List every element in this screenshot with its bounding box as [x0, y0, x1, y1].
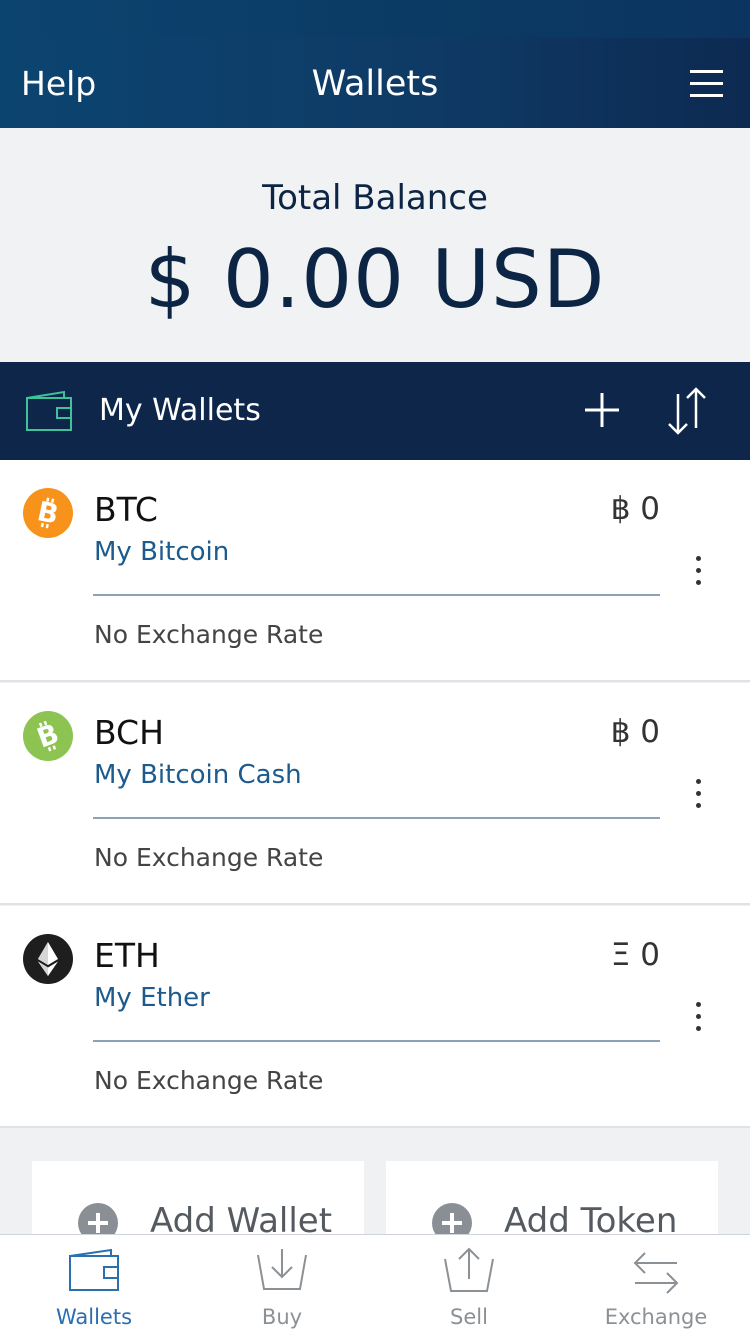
more-options-icon[interactable]	[688, 777, 708, 811]
exchange-rate-text: No Exchange Rate	[94, 843, 324, 872]
my-wallets-label: My Wallets	[99, 393, 261, 428]
wallet-balance: ฿ 0	[610, 491, 660, 527]
wallet-currency-code: BTC	[94, 490, 158, 529]
divider	[93, 1040, 660, 1042]
wallet-currency-code: ETH	[94, 936, 160, 975]
tab-exchange[interactable]: Exchange	[562, 1235, 750, 1334]
total-balance-label: Total Balance	[262, 178, 488, 218]
tab-wallets[interactable]: Wallets	[0, 1235, 188, 1334]
bitcoin-cash-icon: B	[23, 711, 73, 761]
ethereum-icon	[23, 934, 73, 984]
more-options-icon[interactable]	[688, 1000, 708, 1034]
exchange-rate-text: No Exchange Rate	[94, 620, 324, 649]
more-options-icon[interactable]	[688, 554, 708, 588]
tab-label: Wallets	[55, 1305, 133, 1329]
tab-label: Exchange	[604, 1305, 708, 1329]
divider	[93, 817, 660, 819]
wallet-balance: Ξ 0	[610, 937, 660, 973]
exchange-rate-text: No Exchange Rate	[94, 1066, 324, 1095]
tab-label: Sell	[450, 1305, 488, 1329]
bitcoin-icon: B	[23, 488, 73, 538]
total-balance-amount[interactable]: $ 0.00 USD	[0, 233, 750, 326]
total-balance-panel: Total Balance $ 0.00 USD	[0, 128, 750, 362]
status-bar	[0, 0, 750, 38]
wallet-icon	[26, 390, 72, 431]
wallet-row-bch[interactable]: B BCH My Bitcoin Cash ฿ 0 No Exchange Ra…	[0, 683, 750, 905]
app-header: Help Wallets	[0, 38, 750, 128]
bottom-tab-bar: Wallets Buy Sell Exchange	[0, 1234, 750, 1334]
wallet-icon	[69, 1248, 119, 1291]
wallet-name: My Bitcoin	[94, 537, 230, 567]
exchange-icon	[633, 1252, 679, 1294]
sell-icon	[444, 1247, 494, 1292]
my-wallets-bar: My Wallets	[0, 362, 750, 460]
wallet-name: My Bitcoin Cash	[94, 760, 302, 790]
wallet-name: My Ether	[94, 983, 210, 1013]
tab-sell[interactable]: Sell	[375, 1235, 563, 1334]
tab-label: Buy	[261, 1305, 303, 1329]
add-wallet-plus-icon[interactable]	[582, 390, 622, 430]
hamburger-menu-icon[interactable]	[690, 70, 723, 98]
wallet-row-btc[interactable]: B BTC My Bitcoin ฿ 0 No Exchange Rate	[0, 460, 750, 682]
divider	[93, 594, 660, 596]
sort-arrows-icon[interactable]	[665, 386, 709, 436]
page-title: Wallets	[311, 64, 439, 104]
wallet-row-eth[interactable]: ETH My Ether Ξ 0 No Exchange Rate	[0, 906, 750, 1128]
wallet-balance: ฿ 0	[610, 714, 660, 750]
wallet-currency-code: BCH	[94, 713, 164, 752]
tab-buy[interactable]: Buy	[188, 1235, 376, 1334]
buy-icon	[257, 1249, 307, 1290]
